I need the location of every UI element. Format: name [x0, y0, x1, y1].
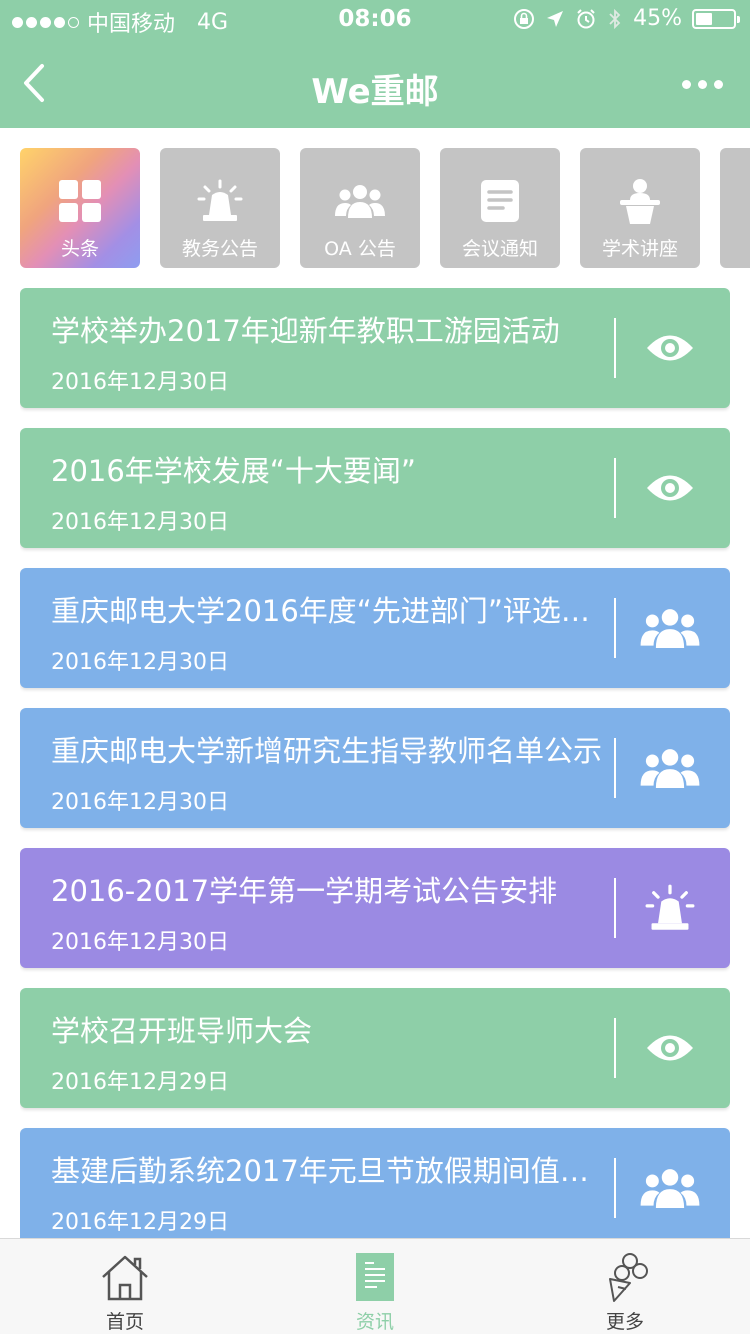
card-icon-slot [632, 456, 708, 520]
card-divider [614, 1158, 616, 1218]
tab-news[interactable]: 资讯 [250, 1239, 500, 1334]
card-icon-slot [632, 316, 708, 380]
eye-icon [647, 1035, 693, 1061]
card-divider [614, 458, 616, 518]
category-general[interactable]: 综 [720, 148, 750, 268]
news-title: 学校召开班导师大会 [51, 1014, 313, 1048]
category-label: 学术讲座 [601, 238, 678, 260]
status-right: 45% [513, 6, 740, 31]
status-bar: 中国移动 4G 08:06 45% [0, 0, 750, 42]
news-title: 基建后勤系统2017年元旦节放假期间值班安排 [51, 1154, 611, 1188]
category-label: OA 公告 [324, 238, 396, 260]
alarm-light-icon [197, 179, 243, 221]
more-dots-icon [681, 79, 691, 89]
category-label: 头条 [60, 238, 99, 260]
location-arrow-icon [547, 10, 564, 27]
category-oa-notice[interactable]: OA 公告 [300, 148, 420, 268]
card-divider [614, 878, 616, 938]
more-button[interactable] [672, 64, 732, 104]
category-strip: 头条 教务公告 OA 公告 会议通知 学术讲座 [20, 148, 750, 268]
top-bar: 中国移动 4G 08:06 45% We重邮 [0, 0, 750, 128]
card-icon-slot [632, 876, 708, 940]
news-title: 2016-2017学年第一学期考试公告安排 [51, 874, 558, 908]
alarm-icon [577, 8, 595, 28]
battery-fill [696, 12, 713, 25]
news-card[interactable]: 重庆邮电大学新增研究生指导教师名单公示 2016年12月30日 [20, 708, 730, 828]
card-icon-slot [632, 1156, 708, 1220]
tab-label: 首页 [105, 1311, 144, 1333]
bouquet-icon [609, 1253, 648, 1302]
news-date: 2016年12月30日 [51, 790, 229, 815]
card-divider [614, 1018, 616, 1078]
battery-percent: 45% [633, 6, 682, 31]
tab-label: 更多 [605, 1311, 644, 1333]
card-divider [614, 738, 616, 798]
card-icon-slot [632, 736, 708, 800]
bluetooth-icon [609, 8, 621, 29]
news-title: 重庆邮电大学新增研究生指导教师名单公示 [51, 734, 603, 768]
news-date: 2016年12月30日 [51, 510, 229, 535]
news-date: 2016年12月30日 [51, 650, 229, 675]
card-divider [614, 598, 616, 658]
tab-bar: 首页 资讯 更多 [0, 1238, 750, 1334]
rotation-lock-icon [514, 8, 535, 29]
category-lecture[interactable]: 学术讲座 [580, 148, 700, 268]
battery-icon [692, 8, 740, 29]
category-meeting-notice[interactable]: 会议通知 [440, 148, 560, 268]
nav-bar: We重邮 [0, 42, 750, 128]
news-title: 学校举办2017年迎新年教职工游园活动 [51, 314, 560, 348]
group-icon [335, 185, 385, 218]
category-label: 教务公告 [181, 238, 258, 260]
tab-label: 资讯 [355, 1311, 394, 1333]
category-headline[interactable]: 头条 [20, 148, 140, 268]
news-card[interactable]: 基建后勤系统2017年元旦节放假期间值班安排 2016年12月29日 [20, 1128, 730, 1238]
house-icon [102, 1255, 148, 1301]
tab-more[interactable]: 更多 [500, 1239, 750, 1334]
grid-icon [59, 180, 101, 222]
news-date: 2016年12月29日 [51, 1070, 229, 1095]
category-academic-notice[interactable]: 教务公告 [160, 148, 280, 268]
lecturer-icon [620, 179, 660, 224]
group-icon [640, 609, 700, 648]
document-icon [481, 180, 519, 222]
card-icon-slot [632, 1016, 708, 1080]
news-list: 学校举办2017年迎新年教职工游园活动 2016年12月30日 2016年学校发… [20, 288, 730, 1238]
news-card[interactable]: 学校举办2017年迎新年教职工游园活动 2016年12月30日 [20, 288, 730, 408]
news-date: 2016年12月30日 [51, 930, 229, 955]
page-title: We重邮 [311, 72, 439, 112]
tab-home[interactable]: 首页 [0, 1239, 250, 1334]
eye-icon [647, 475, 693, 501]
card-icon-slot [632, 596, 708, 660]
news-card[interactable]: 2016年学校发展“十大要闻” 2016年12月30日 [20, 428, 730, 548]
category-label: 会议通知 [461, 238, 538, 260]
news-date: 2016年12月29日 [51, 1210, 229, 1235]
news-date: 2016年12月30日 [51, 370, 229, 395]
group-icon [640, 1169, 700, 1208]
card-divider [614, 318, 616, 378]
news-card[interactable]: 重庆邮电大学2016年度“先进部门”评选结果公示 2016年12月30日 [20, 568, 730, 688]
news-card[interactable]: 2016-2017学年第一学期考试公告安排 2016年12月30日 [20, 848, 730, 968]
news-card[interactable]: 学校召开班导师大会 2016年12月29日 [20, 988, 730, 1108]
group-icon [640, 749, 700, 788]
news-doc-icon [356, 1253, 394, 1301]
news-title: 重庆邮电大学2016年度“先进部门”评选结果公示 [51, 594, 611, 628]
news-title: 2016年学校发展“十大要闻” [51, 454, 416, 488]
eye-icon [647, 335, 693, 361]
alarm-light-icon [645, 884, 695, 930]
